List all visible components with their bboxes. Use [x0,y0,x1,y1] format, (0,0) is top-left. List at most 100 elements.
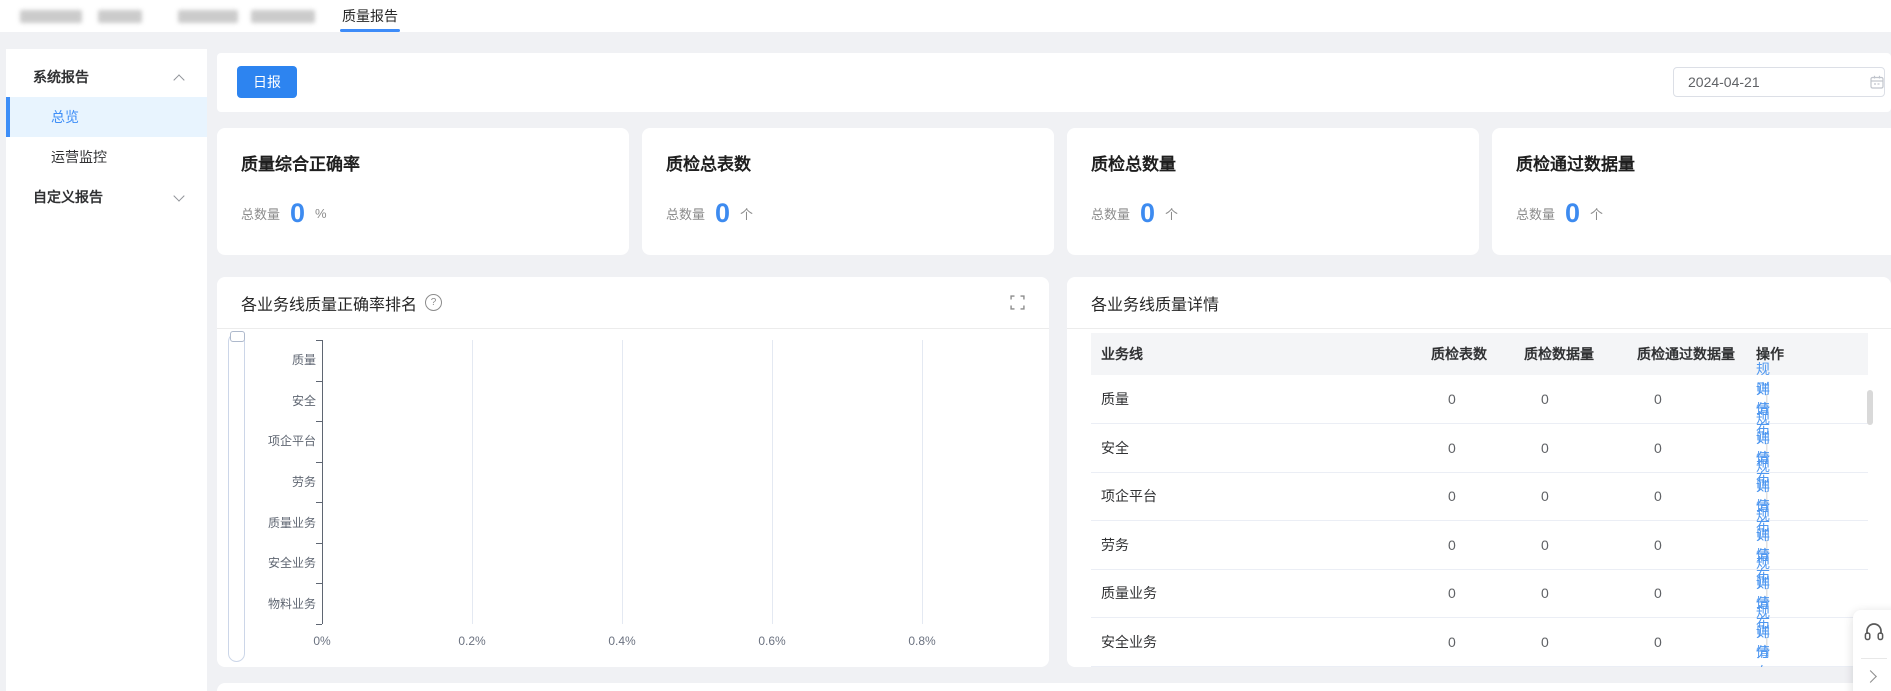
table-row: 质量000规则分布|详情 [1091,375,1868,424]
passed-count-cell: 0 [1654,375,1662,423]
sidebar-item-label: 运营监控 [51,147,107,167]
y-axis-tick [316,543,322,544]
x-axis-tick-label: 0.4% [592,634,652,648]
date-input[interactable] [1674,74,1869,90]
bar-chart: 0%0.2%0.4%0.6%0.8%质量安全项企平台劳务质量业务安全业务物料业务 [217,328,1049,667]
tab-redacted-2[interactable] [98,0,142,32]
data-count-cell: 0 [1541,521,1549,569]
stat-line: 总数量0% [241,200,327,227]
y-axis-category-label: 质量业务 [217,516,316,530]
table-column-header: 质检数据量 [1524,333,1594,375]
stat-line: 总数量 0个 [1091,200,1178,227]
tables-count-cell: 0 [1448,569,1456,617]
y-axis-tick [316,583,322,584]
datazoom-slider[interactable] [228,333,245,662]
stat-unit: 个 [740,204,753,223]
table-column-header: 业务线 [1101,333,1143,375]
chart-card: 各业务线质量正确率排名 ? 0%0.2%0.4%0.6%0.8%质量安全项企平台… [217,277,1049,667]
table-title: 各业务线质量详情 [1091,291,1219,315]
fullscreen-icon[interactable] [1010,295,1025,310]
chevron-right-icon[interactable] [1864,670,1877,683]
daily-report-button[interactable]: 日报 [237,66,297,98]
tab-bar: 质量报告 [0,0,1891,32]
data-count-cell: 0 [1541,424,1549,472]
data-count-cell: 0 [1541,472,1549,520]
tab-redacted-3[interactable] [178,0,238,32]
stat-label: 总数量 [1516,204,1555,223]
x-axis-tick-label: 0% [292,634,352,648]
y-axis-category-label: 质量 [217,353,316,367]
quality-report-page: 质量报告 系统报告总览运营监控自定义报告 日报 质量综合正确率总数量 0% 质检总表… [0,0,1891,691]
sidebar-item-label: 总览 [51,107,79,127]
date-picker[interactable] [1673,67,1885,97]
stat-card-title: 质检总表数 [666,150,751,175]
stat-card-3: 质检总数量总数量 0个 [1067,128,1479,255]
table-header-row: 业务线质检表数质检数据量质检通过数据量操作 [1091,333,1868,375]
stat-card-2: 质检总表数总数量0个 [642,128,1054,255]
sidebar-item-operation-monitoring[interactable]: 运营监控 [6,137,207,177]
tab-redacted-4[interactable] [251,0,315,32]
stat-card-4: 质检通过数据量总数量0个 [1492,128,1891,255]
passed-count-cell: 0 [1654,618,1662,666]
tab-redacted-1[interactable] [20,0,82,32]
stat-card-title: 质检通过数据量 [1516,150,1635,175]
stat-unit: 个 [1590,204,1603,223]
floating-help-widget [1853,610,1891,691]
business-line-cell: 质量 [1101,375,1129,423]
sidebar-item-overview[interactable]: 总览 [6,97,207,137]
sidebar-group-custom-report[interactable]: 自定义报告 [6,177,207,217]
y-axis-category-label: 安全 [217,394,316,408]
passed-count-cell: 0 [1654,424,1662,472]
tab-quality-report[interactable]: 质量报告 [340,0,400,32]
tables-count-cell: 0 [1448,618,1456,666]
calendar-icon[interactable] [1869,74,1885,90]
tables-count-cell: 0 [1448,424,1456,472]
stat-unit: 个 [1165,204,1178,223]
stat-card-title: 质检总数量 [1091,150,1176,175]
passed-count-cell: 0 [1654,472,1662,520]
data-count-cell: 0 [1541,618,1549,666]
table-card-header: 各业务线质量详情 [1067,277,1891,329]
y-axis-category-label: 安全业务 [217,556,316,570]
headset-icon[interactable] [1862,620,1886,649]
table-column-header: 质检表数 [1431,333,1487,375]
tables-count-cell: 0 [1448,375,1456,423]
table-row: 安全业务000规则分布|详情 [1091,618,1868,667]
sidebar-group-system-report[interactable]: 系统报告 [6,57,207,97]
stat-card-title: 质量综合正确率 [241,150,360,175]
stat-value: 0 [1140,200,1155,227]
data-count-cell: 0 [1541,569,1549,617]
y-axis-tick [316,624,322,625]
y-axis-tick [316,421,322,422]
toolbar: 日报 [217,53,1891,112]
stat-line: 总数量0个 [1516,200,1603,227]
y-axis-tick [316,381,322,382]
divider [1861,658,1887,659]
stat-label: 总数量 [241,204,280,223]
datazoom-handle[interactable] [230,331,245,342]
table-scrollbar[interactable] [1867,390,1873,425]
stat-label: 总数量 [666,204,705,223]
stat-value: 0 [290,200,305,227]
stat-line: 总数量0个 [666,200,753,227]
redacted-tab-label [178,10,238,23]
question-circle-icon[interactable]: ? [425,294,442,311]
y-axis-tick [316,340,322,341]
table-row: 项企平台000规则分布|详情 [1091,472,1868,521]
y-axis-tick [316,502,322,503]
stat-label: 总数量 [1091,204,1130,223]
gridline [472,340,473,624]
detail-link[interactable]: 详情 [1756,618,1770,666]
y-axis-line [322,340,323,624]
redacted-tab-label [20,10,82,23]
table-column-header: 质检通过数据量 [1637,333,1735,375]
x-axis-tick-label: 0.8% [892,634,952,648]
chevron-down-icon [173,190,184,201]
business-line-cell: 劳务 [1101,521,1129,569]
chart-title: 各业务线质量正确率排名 [241,291,417,315]
y-axis-category-label: 劳务 [217,475,316,489]
gridline [772,340,773,624]
business-line-cell: 安全 [1101,424,1129,472]
y-axis-category-label: 项企平台 [217,434,316,448]
chevron-up-icon [173,74,184,85]
